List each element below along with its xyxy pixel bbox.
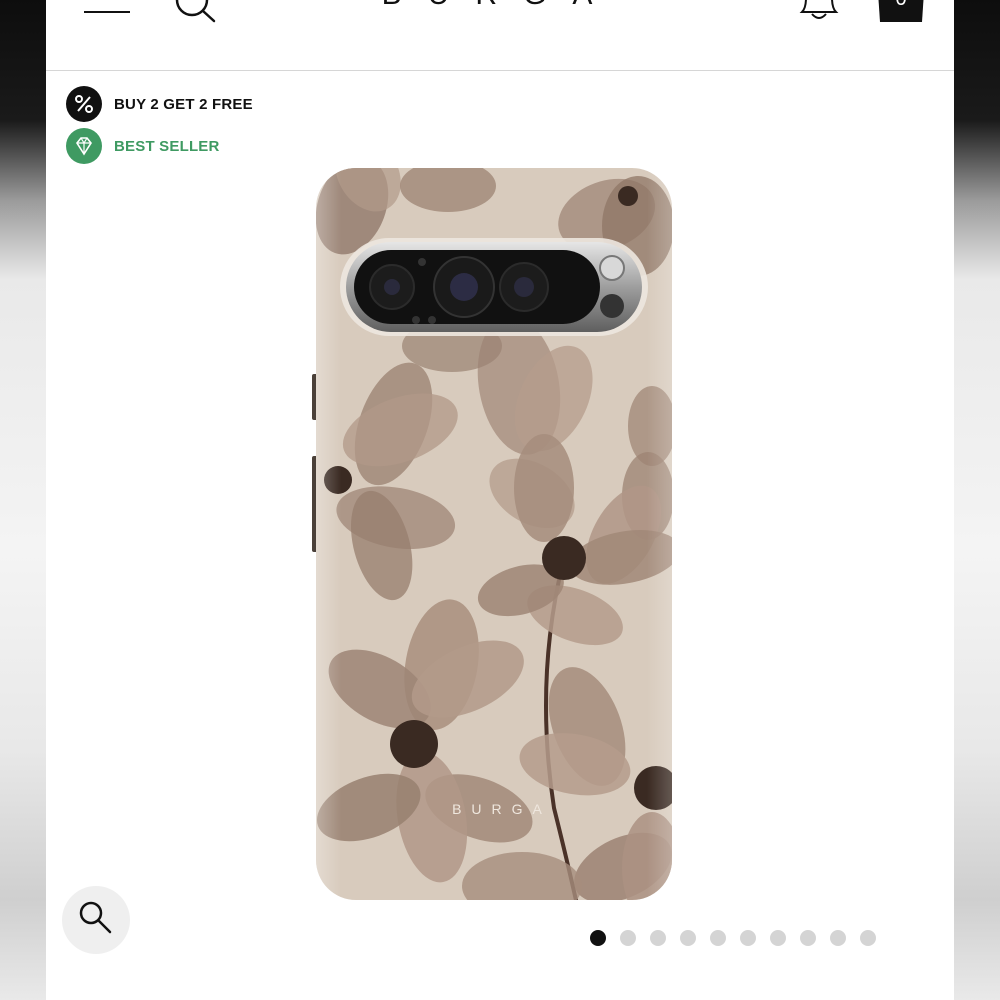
carousel-dot[interactable] xyxy=(710,930,726,946)
best-seller-badge: BEST SELLER xyxy=(66,128,220,164)
product-page: BURGA 0 BUY 2 GET 2 FREE xyxy=(46,0,954,1000)
carousel-dot[interactable] xyxy=(740,930,756,946)
carousel-dot[interactable] xyxy=(650,930,666,946)
carousel-dot[interactable] xyxy=(680,930,696,946)
brand-logo[interactable]: BURGA xyxy=(374,0,626,11)
percent-icon xyxy=(66,86,102,122)
cart-count-badge: 0 xyxy=(876,0,926,11)
promo-badge: BUY 2 GET 2 FREE xyxy=(66,86,253,122)
carousel-dot[interactable] xyxy=(770,930,786,946)
zoom-button[interactable] xyxy=(62,886,130,954)
carousel-dot[interactable] xyxy=(830,930,846,946)
best-seller-badge-label: BEST SELLER xyxy=(114,137,220,155)
zoom-icon xyxy=(77,899,115,942)
bell-icon[interactable] xyxy=(792,0,846,28)
carousel-dot[interactable] xyxy=(620,930,636,946)
cart-icon[interactable]: 0 xyxy=(876,0,926,24)
menu-icon[interactable] xyxy=(84,0,130,20)
carousel-dot[interactable] xyxy=(860,930,876,946)
carousel-dot[interactable] xyxy=(800,930,816,946)
image-carousel-dots xyxy=(590,930,876,946)
search-icon[interactable] xyxy=(172,0,218,24)
carousel-dot[interactable] xyxy=(590,930,606,946)
top-navigation-bar: BURGA 0 xyxy=(46,0,954,71)
phone-case-floral-image[interactable]: BURGA xyxy=(312,166,676,902)
diamond-icon xyxy=(66,128,102,164)
promo-badge-label: BUY 2 GET 2 FREE xyxy=(114,95,253,113)
case-brand-text: BURGA xyxy=(452,801,552,817)
